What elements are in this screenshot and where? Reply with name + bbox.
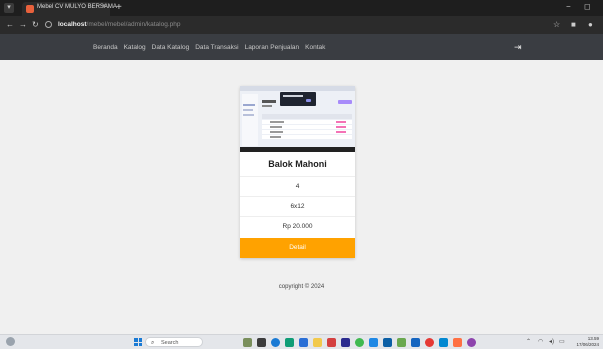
nav-beranda[interactable]: Beranda	[93, 44, 118, 51]
clock-date: 17/06/2024	[576, 342, 599, 347]
star-icon[interactable]: ☆	[553, 19, 560, 31]
app-icon[interactable]	[425, 338, 434, 347]
widgets-icon[interactable]	[243, 338, 252, 347]
wifi-icon[interactable]: ◠	[538, 338, 543, 346]
nav-kontak[interactable]: Kontak	[305, 44, 325, 51]
app-icon[interactable]	[439, 338, 448, 347]
product-card: Balok Mahoni 4 6x12 Rp 20.000 Detail	[240, 86, 355, 258]
main-menu: Beranda Katalog Data Katalog Data Transa…	[93, 34, 325, 60]
window-minimize-button[interactable]: −	[566, 2, 571, 11]
volume-icon[interactable]: ◂)	[549, 338, 554, 346]
taskbar-search-placeholder: Search	[161, 340, 179, 346]
tab-actions-icon[interactable]: ▾	[4, 3, 14, 13]
app-icon[interactable]	[355, 338, 364, 347]
app-icon[interactable]	[383, 338, 392, 347]
logout-icon[interactable]: ⇥	[514, 42, 522, 53]
detail-button[interactable]: Detail	[240, 238, 355, 258]
extension-icon[interactable]: ■	[571, 19, 576, 31]
xampp-icon[interactable]	[327, 338, 336, 347]
weather-icon[interactable]	[6, 337, 15, 346]
search-icon: ⌕	[151, 340, 155, 346]
file-explorer-icon[interactable]	[313, 338, 322, 347]
taskbar-search[interactable]: ⌕ Search	[145, 337, 203, 347]
task-view-icon[interactable]	[257, 338, 266, 347]
edge-icon[interactable]	[285, 338, 294, 347]
nav-data-katalog[interactable]: Data Katalog	[152, 44, 190, 51]
profile-icon[interactable]: ●	[588, 19, 593, 31]
battery-icon[interactable]: ▭	[559, 338, 565, 346]
browser-tab[interactable]: Mebel CV MULYO BERSAMA ×	[22, 2, 117, 16]
taskbar-clock[interactable]: 13.59 17/06/2024	[569, 336, 599, 348]
favicon-icon	[26, 5, 34, 13]
app-icon[interactable]	[411, 338, 420, 347]
reload-icon[interactable]: ↻	[32, 19, 39, 31]
tray-chevron-icon[interactable]: ⌃	[526, 338, 531, 346]
address-bar[interactable]: localhost/mebel/mebel/admin/katalog.php	[58, 19, 181, 31]
url-path: /mebel/mebel/admin/katalog.php	[86, 21, 181, 28]
browser-toolbar: ← → ↻ localhost/mebel/mebel/admin/katalo…	[0, 16, 603, 34]
app-icon[interactable]	[453, 338, 462, 347]
footer-copyright: copyright © 2024	[278, 284, 325, 290]
forward-icon[interactable]: →	[19, 19, 27, 31]
nav-data-transaksi[interactable]: Data Transaksi	[195, 44, 238, 51]
site-navbar: Beranda Katalog Data Katalog Data Transa…	[0, 34, 603, 60]
app-icon[interactable]	[397, 338, 406, 347]
back-icon[interactable]: ←	[6, 19, 14, 31]
tab-close-icon[interactable]: ×	[102, 3, 106, 10]
product-name: Balok Mahoni	[268, 159, 327, 169]
vscode-icon[interactable]	[299, 338, 308, 347]
product-price: Rp 20.000	[240, 216, 355, 236]
chrome-icon[interactable]	[467, 338, 476, 347]
product-image	[240, 86, 355, 152]
store-icon[interactable]	[369, 338, 378, 347]
new-tab-button[interactable]: +	[116, 2, 122, 14]
app-icon[interactable]	[341, 338, 350, 347]
browser-tab-bar: ▾ Mebel CV MULYO BERSAMA × + − ◻	[0, 0, 603, 16]
site-info-icon[interactable]	[45, 21, 52, 28]
taskbar: ⌕ Search ⌃ ◠ ◂) ▭ 13.59 17/06/2024	[0, 334, 603, 349]
chrome-icon[interactable]	[271, 338, 280, 347]
nav-laporan-penjualan[interactable]: Laporan Penjualan	[245, 44, 300, 51]
nav-katalog[interactable]: Katalog	[124, 44, 146, 51]
url-host: localhost	[58, 21, 87, 28]
product-stock: 4	[240, 176, 355, 196]
product-size: 6x12	[240, 196, 355, 216]
start-icon[interactable]	[134, 338, 142, 346]
window-maximize-button[interactable]: ◻	[584, 2, 591, 11]
